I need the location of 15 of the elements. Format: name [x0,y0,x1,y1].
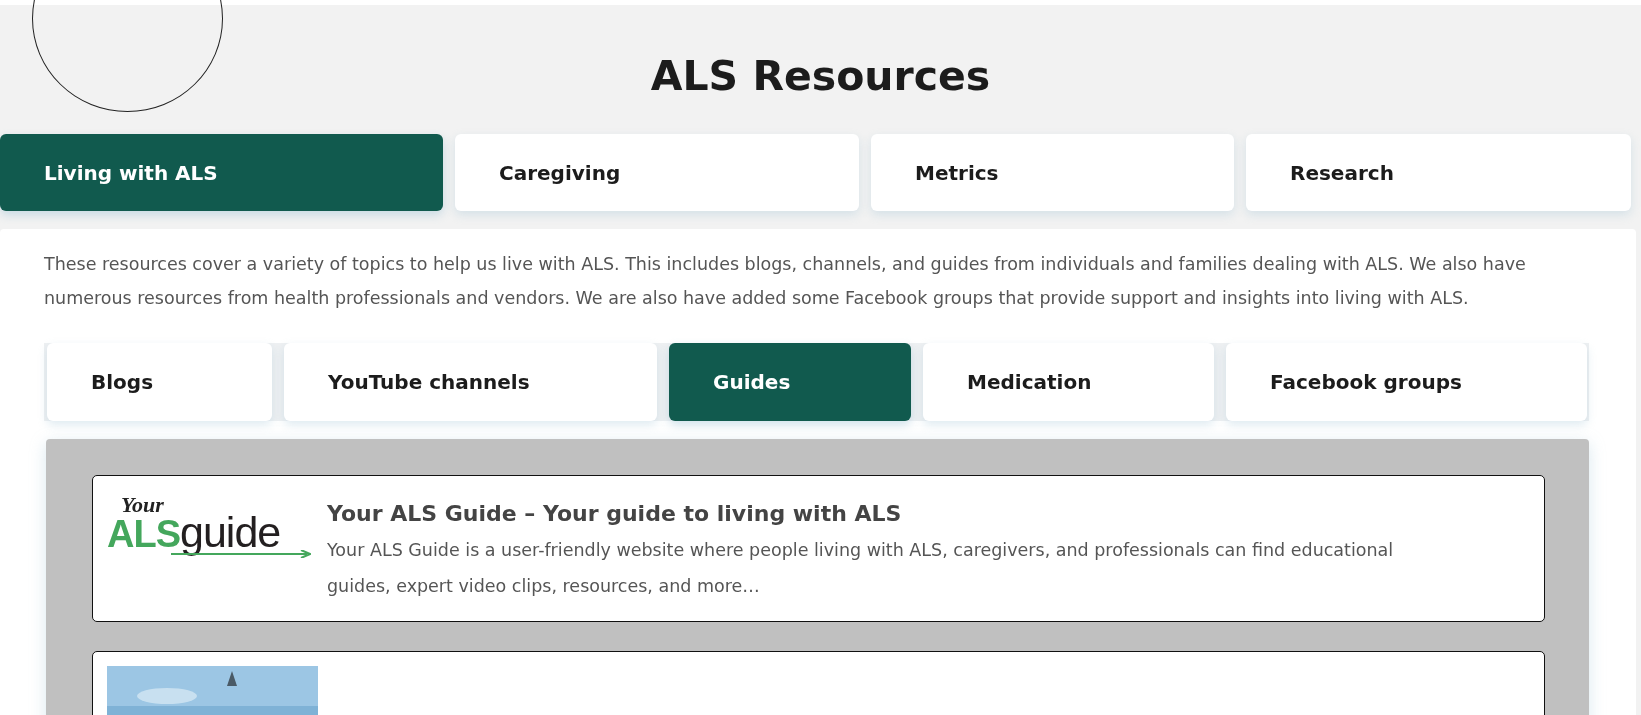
category-tab[interactable]: Metrics [871,134,1234,211]
resource-description: Your ALS Guide is a user-friendly website where people living with ALS, caregivers, and professionals can find educational guides, expert video clips, resources, and more… [327,539,1395,598]
intro-paragraph: These resources cover a variety of topics to help us live with ALS. This includes blogs, channels, and guides from individuals and families dealing with ALS. We also have numerous resources from health professionals and vendors. We are also have added some Facebook groups that provide support and insights into living with ALS. [44,253,1527,310]
page-title: ALS Resources [650,52,991,100]
subcategory-tab[interactable]: Guides [669,343,911,421]
category-tab[interactable]: Caregiving [455,134,859,211]
guide-logo: Your ALSguide [107,494,313,560]
category-tab[interactable]: Living with ALS [0,134,443,211]
resource-title[interactable]: Your ALS Guide – Your guide to living with ALS [327,498,1427,530]
subcategory-tab[interactable]: Medication [923,343,1214,421]
subcategory-tab[interactable]: YouTube channels [284,343,657,421]
resource-card[interactable] [92,475,1545,622]
category-tab[interactable]: Research [1246,134,1631,211]
subcategory-tab[interactable]: Facebook groups [1226,343,1587,421]
subcategory-tab[interactable]: Blogs [47,343,272,421]
